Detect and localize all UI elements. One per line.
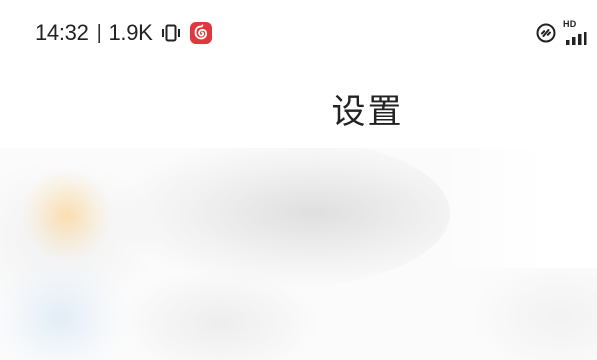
status-bar-left: 14:32 | 1.9K (35, 18, 213, 48)
signal-indicator: HD (563, 19, 589, 47)
status-time: 14:32 (35, 20, 89, 45)
app-notification-icon (189, 21, 213, 45)
hd-label: HD (563, 19, 577, 29)
status-bar-right: HD (535, 16, 589, 50)
status-separator: | (96, 21, 102, 44)
blurred-shape (110, 148, 450, 288)
link-icon (535, 22, 557, 44)
status-bar: 14:32 | 1.9K HD (0, 0, 597, 62)
blurred-content-area (0, 148, 597, 360)
page-title: 设置 (331, 92, 404, 132)
fade-overlay (437, 148, 597, 268)
blurred-shape (470, 258, 597, 360)
vibrate-icon (161, 23, 181, 43)
blurred-shape (22, 170, 112, 260)
network-speed: 1.9K (108, 20, 153, 45)
signal-icon (566, 32, 587, 45)
